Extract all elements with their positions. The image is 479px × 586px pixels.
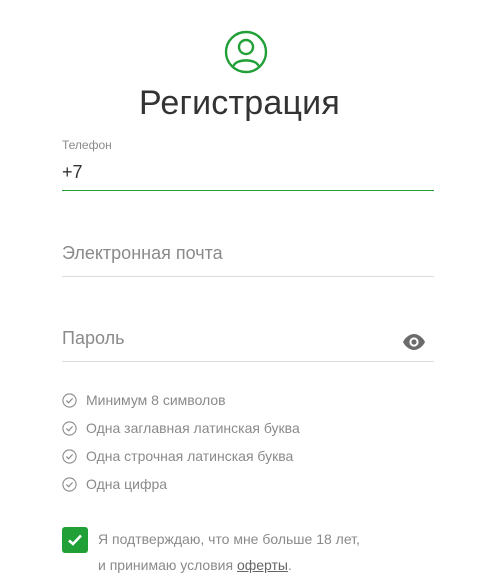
user-circle-icon: [224, 30, 268, 74]
password-field[interactable]: Пароль: [62, 328, 124, 349]
agreement-line-2: и принимаю условия оферты.: [98, 552, 428, 578]
registration-page: Регистрация Телефон +7 Электронная почта…: [0, 0, 479, 586]
agreement-line-2-suffix: .: [287, 557, 292, 573]
password-rule-text: Одна заглавная латинская буква: [86, 420, 300, 436]
phone-field[interactable]: +7: [62, 162, 83, 183]
page-title: Регистрация: [139, 84, 340, 122]
agreement-line-1: Я подтверждаю, что мне больше 18 лет,: [98, 531, 360, 547]
password-rule: Минимум 8 символов: [62, 386, 300, 414]
agreement-line-2-prefix: и принимаю условия: [98, 557, 237, 573]
password-rule-text: Одна строчная латинская буква: [86, 448, 294, 464]
check-circle-icon: [62, 448, 77, 464]
phone-field-underline: [62, 190, 434, 191]
password-rule: Одна строчная латинская буква: [62, 442, 300, 470]
eye-icon[interactable]: [402, 333, 426, 351]
password-rules-list: Минимум 8 символов Одна заглавная латинс…: [62, 386, 300, 498]
check-circle-icon: [62, 420, 77, 436]
phone-field-label: Телефон: [62, 138, 112, 152]
password-rule-text: Минимум 8 символов: [86, 392, 226, 408]
check-circle-icon: [62, 476, 77, 492]
offer-link[interactable]: оферты: [237, 557, 288, 573]
checkmark-icon: [68, 534, 82, 546]
password-field-underline: [62, 361, 434, 362]
password-rule: Одна цифра: [62, 470, 300, 498]
agreement-text: Я подтверждаю, что мне больше 18 лет, и …: [98, 526, 428, 578]
password-rule-text: Одна цифра: [86, 476, 168, 492]
password-rule: Одна заглавная латинская буква: [62, 414, 300, 442]
agreement-checkbox[interactable]: [62, 527, 88, 553]
email-field[interactable]: Электронная почта: [62, 243, 223, 264]
email-field-underline: [62, 276, 434, 277]
check-circle-icon: [62, 392, 77, 408]
